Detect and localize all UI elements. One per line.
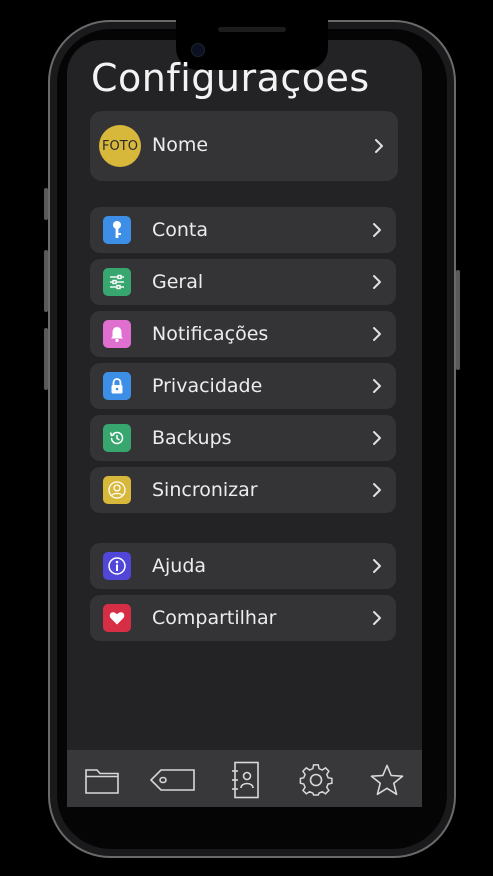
menu-item-notificacoes[interactable]: Notificações [90,311,396,357]
menu-item-label: Privacidade [152,375,263,397]
volume-up-button [44,250,48,312]
chevron-right-icon [373,559,381,573]
heart-icon [103,604,131,632]
menu-item-label: Notificações [152,323,269,345]
tab-bar [67,750,422,807]
power-button [456,270,460,370]
speaker [218,27,286,32]
tag-icon [150,769,195,791]
tab-settings[interactable] [296,760,336,800]
menu-item-compartilhar[interactable]: Compartilhar [90,595,396,641]
chevron-right-icon [373,483,381,497]
menu-item-conta[interactable]: Conta [90,207,396,253]
menu-item-geral[interactable]: Geral [90,259,396,305]
star-icon [370,764,404,796]
menu-item-label: Sincronizar [152,479,258,501]
page-title: Configuraçoes [91,56,370,100]
tab-favorites[interactable] [367,760,407,800]
mute-switch [44,188,48,220]
menu-item-backups[interactable]: Backups [90,415,396,461]
chevron-right-icon [373,275,381,289]
chevron-right-icon [373,223,381,237]
menu-item-label: Ajuda [152,555,207,577]
user-circle-icon [103,476,131,504]
history-icon [103,424,131,452]
key-icon [103,216,131,244]
tab-contacts[interactable] [225,760,265,800]
menu-item-label: Geral [152,271,204,293]
chevron-right-icon [373,379,381,393]
avatar: FOTO [99,125,141,167]
lock-icon [103,372,131,400]
folder-icon [85,769,119,794]
menu-item-label: Compartilhar [152,607,277,629]
contacts-icon [232,761,259,799]
menu-item-label: Conta [152,219,209,241]
profile-name: Nome [152,134,209,156]
tab-folders[interactable] [82,760,122,800]
profile-row[interactable]: FOTO Nome [90,111,398,181]
chevron-right-icon [373,611,381,625]
front-camera [191,43,205,57]
menu-item-ajuda[interactable]: Ajuda [90,543,396,589]
info-icon [103,552,131,580]
menu-item-label: Backups [152,427,232,449]
chevron-right-icon [373,327,381,341]
volume-down-button [44,328,48,390]
menu-item-privacidade[interactable]: Privacidade [90,363,396,409]
chevron-right-icon [373,431,381,445]
bell-icon [103,320,131,348]
sliders-icon [103,268,131,296]
menu-item-sincronizar[interactable]: Sincronizar [90,467,396,513]
gear-icon [299,764,333,796]
tab-tags[interactable] [150,760,196,800]
chevron-right-icon [375,139,383,153]
